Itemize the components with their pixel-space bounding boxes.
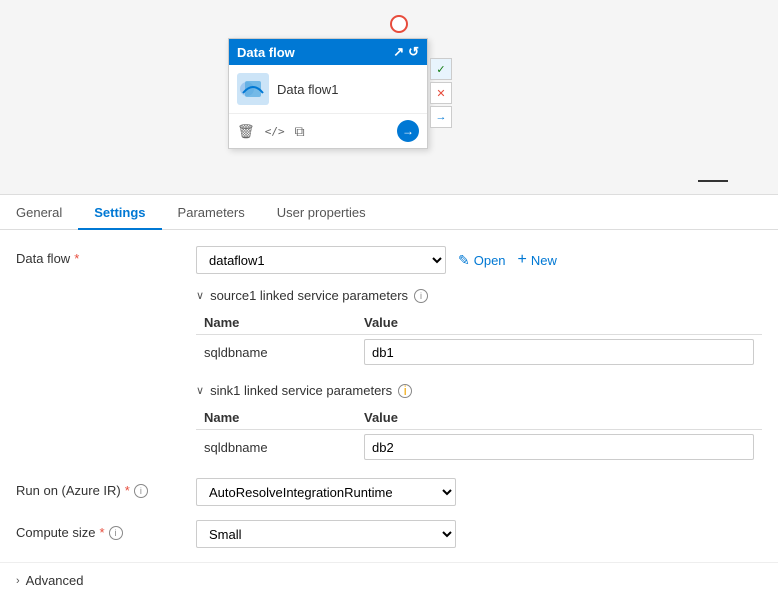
source1-params-table: Name Value sqldbname (196, 311, 762, 369)
card-title: Data flow (237, 45, 295, 60)
dataflow-required: * (74, 251, 79, 266)
source1-value-col: Value (356, 311, 762, 335)
tab-settings[interactable]: Settings (78, 195, 161, 230)
run-on-info-icon[interactable]: i (134, 484, 148, 498)
delete-icon[interactable]: 🗑 (237, 123, 255, 140)
compute-size-control: Small Medium Large (196, 520, 762, 548)
sink1-value-col: Value (356, 406, 762, 430)
card-body: Data flow1 (229, 65, 427, 113)
pencil-icon: ✎ (458, 252, 470, 269)
run-on-label: Run on (Azure IR) * i (16, 478, 196, 498)
side-icons: ✓ ✕ → (430, 58, 452, 128)
sink1-info-icon[interactable]: i (398, 384, 412, 398)
new-button[interactable]: + New (518, 251, 557, 269)
sink1-params-section: ∨ sink1 linked service parameters i Name… (196, 383, 762, 464)
source1-param-row: sqldbname (196, 335, 762, 370)
advanced-chevron: › (16, 575, 20, 587)
code-icon[interactable]: </> (265, 125, 285, 138)
card-footer[interactable]: 🗑 </> ⧉ → (229, 113, 427, 148)
tabs-bar: General Settings Parameters User propert… (0, 195, 778, 230)
sink1-param-name: sqldbname (196, 430, 356, 465)
card-header: Data flow ↗ ↺ (229, 39, 427, 65)
compute-size-select[interactable]: Small Medium Large (196, 520, 456, 548)
source1-params-section: ∨ source1 linked service parameters i Na… (196, 288, 762, 369)
check-side-icon[interactable]: ✓ (430, 58, 452, 80)
compute-size-info-icon[interactable]: i (109, 526, 123, 540)
sink1-param-value-cell (356, 430, 762, 465)
advanced-label: Advanced (26, 573, 84, 588)
sink1-param-value-input[interactable] (364, 434, 754, 460)
tab-parameters[interactable]: Parameters (162, 195, 261, 230)
source1-name-col: Name (196, 311, 356, 335)
run-on-control: AutoResolveIntegrationRuntime (196, 478, 762, 506)
dataflow-label: Data flow * (16, 246, 196, 266)
dataflow-control-area: dataflow1 ✎ Open + New (196, 246, 762, 274)
card-name: Data flow1 (277, 82, 338, 97)
sink1-chevron: ∨ (196, 384, 204, 397)
source1-info-icon[interactable]: i (414, 289, 428, 303)
run-on-row: Run on (Azure IR) * i AutoResolveIntegra… (16, 478, 762, 506)
source1-chevron: ∨ (196, 289, 204, 302)
run-on-select[interactable]: AutoResolveIntegrationRuntime (196, 478, 456, 506)
forward-side-icon[interactable]: → (430, 106, 452, 128)
arrow-icon[interactable]: → (397, 120, 419, 142)
compute-size-required: * (99, 525, 104, 540)
run-on-required: * (125, 483, 130, 498)
open-button[interactable]: ✎ Open (458, 252, 506, 269)
dataflow-icon (237, 73, 269, 105)
tab-user-properties[interactable]: User properties (261, 195, 382, 230)
sink1-params-header[interactable]: ∨ sink1 linked service parameters i (196, 383, 762, 398)
open-external-icon[interactable]: ↗ (393, 44, 404, 60)
dataflow-row: Data flow * dataflow1 ✎ Open + New (16, 246, 762, 274)
source1-param-value-input[interactable] (364, 339, 754, 365)
compute-size-row: Compute size * i Small Medium Large (16, 520, 762, 548)
dataflow-card: Data flow ↗ ↺ Data flow1 🗑 </> ⧉ → (228, 38, 428, 149)
source1-param-name: sqldbname (196, 335, 356, 370)
close-side-icon[interactable]: ✕ (430, 82, 452, 104)
sink1-name-col: Name (196, 406, 356, 430)
source1-params-header[interactable]: ∨ source1 linked service parameters i (196, 288, 762, 303)
plus-icon: + (518, 251, 527, 269)
copy-icon[interactable]: ⧉ (295, 123, 305, 140)
source1-param-value-cell (356, 335, 762, 370)
tab-general[interactable]: General (16, 195, 78, 230)
dash-line (698, 180, 728, 182)
canvas-area: Data flow ↗ ↺ Data flow1 🗑 </> ⧉ → (0, 0, 778, 195)
refresh-icon[interactable]: ↺ (408, 44, 419, 60)
advanced-section[interactable]: › Advanced (0, 562, 778, 598)
settings-form: Data flow * dataflow1 ✎ Open + New ∨ sou… (0, 230, 778, 548)
compute-size-label: Compute size * i (16, 520, 196, 540)
dataflow-select[interactable]: dataflow1 (196, 246, 446, 274)
card-header-icons: ↗ ↺ (393, 44, 419, 60)
sink1-param-row: sqldbname (196, 430, 762, 465)
sink1-params-table: Name Value sqldbname (196, 406, 762, 464)
circle-connector (390, 15, 408, 33)
